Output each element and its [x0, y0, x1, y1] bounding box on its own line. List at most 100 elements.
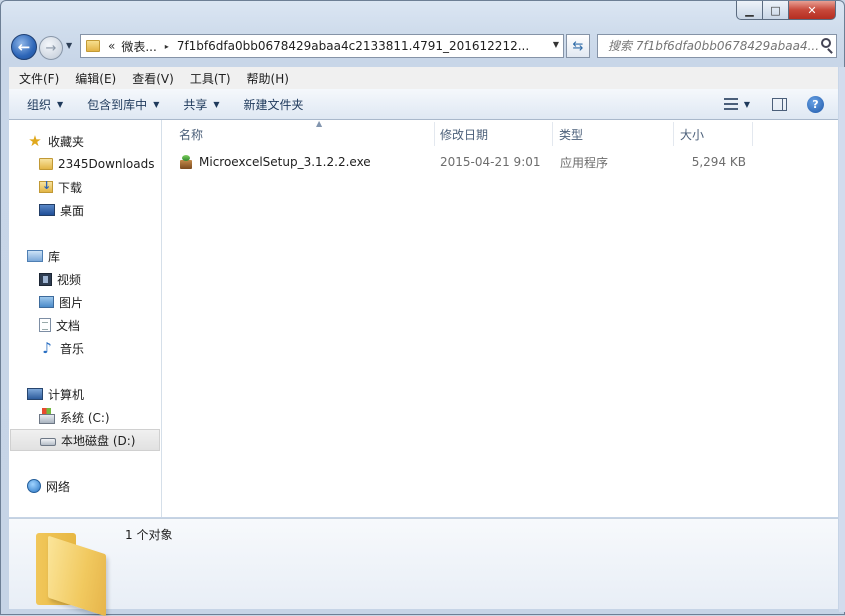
column-header-date[interactable]: 修改日期	[440, 120, 554, 148]
computer-icon	[27, 388, 43, 400]
nav-label: 下载	[58, 180, 83, 195]
navigation-pane: ★收藏夹 2345Downloads 下载 桌面 库 视频 图片 文档 ♪音乐 …	[9, 120, 162, 517]
column-header-type[interactable]: 类型	[559, 120, 673, 148]
star-icon: ★	[28, 132, 42, 150]
file-type: 应用程序	[560, 155, 609, 170]
new-folder-label: 新建文件夹	[243, 97, 304, 112]
column-divider[interactable]	[434, 122, 435, 146]
column-header-label: 修改日期	[440, 127, 489, 142]
column-header-label: 大小	[680, 127, 705, 142]
file-row[interactable]: MicroexcelSetup_3.1.2.2.exe 2015-04-21 9…	[172, 151, 762, 173]
refresh-button[interactable]: ⇆	[566, 34, 590, 58]
chevron-down-icon: ▼	[213, 99, 220, 109]
help-icon: ?	[812, 97, 819, 111]
nav-network[interactable]: 网络	[27, 475, 177, 497]
nav-label: 桌面	[60, 203, 85, 218]
details-pane: 1 个对象	[9, 518, 838, 616]
nav-label: 系统 (C:)	[60, 410, 110, 425]
column-header-label: 名称	[179, 127, 204, 142]
recent-pages-dropdown[interactable]: ▼	[66, 41, 76, 53]
nav-label: 图片	[59, 295, 84, 310]
organize-label: 组织	[27, 97, 52, 112]
view-options-icon[interactable]	[723, 98, 738, 110]
picture-icon	[39, 296, 54, 308]
explorer-window: ▁ □ ✕ ← → ▼ « 微表... ▸ 7f1bf6dfa0bb067842…	[0, 0, 845, 616]
chevron-down-icon: ▼	[57, 99, 64, 109]
nav-label: 收藏夹	[48, 134, 85, 149]
view-controls: ▼ ?	[723, 89, 838, 119]
preview-pane-button[interactable]	[772, 97, 787, 111]
arrow-left-icon: ←	[17, 38, 31, 56]
nav-label: 计算机	[48, 387, 85, 402]
nav-label: 2345Downloads	[58, 157, 155, 171]
view-options-dropdown[interactable]: ▼	[744, 100, 750, 109]
address-overflow-button[interactable]: «	[108, 39, 115, 53]
search-icon[interactable]	[821, 38, 831, 48]
address-segment-current[interactable]: 7f1bf6dfa0bb0678429abaa4c2133811.4791_20…	[177, 39, 529, 53]
close-button[interactable]: ✕	[789, 1, 836, 20]
menu-file[interactable]: 文件(F)	[13, 70, 65, 87]
hard-drive-icon	[40, 438, 56, 446]
nav-label: 库	[48, 249, 61, 264]
folder-icon	[86, 40, 100, 52]
network-icon	[27, 479, 41, 493]
file-name-cell: MicroexcelSetup_3.1.2.2.exe	[179, 151, 371, 173]
folder-icon	[34, 525, 114, 616]
nav-drive-d[interactable]: 本地磁盘 (D:)	[10, 429, 160, 451]
arrow-right-icon: →	[45, 40, 57, 56]
video-icon	[39, 272, 52, 286]
nav-libraries[interactable]: 库	[27, 245, 177, 267]
column-divider[interactable]	[552, 122, 553, 146]
minimize-button[interactable]: ▁	[736, 1, 763, 20]
file-size: 5,294 KB	[691, 155, 746, 169]
file-date: 2015-04-21 9:01	[440, 155, 541, 169]
desktop-icon	[39, 204, 55, 216]
menu-view[interactable]: 查看(V)	[126, 70, 180, 87]
menu-bar: 文件(F) 编辑(E) 查看(V) 工具(T) 帮助(H)	[9, 67, 838, 90]
share-label: 共享	[183, 97, 208, 112]
menu-help[interactable]: 帮助(H)	[241, 70, 295, 87]
installer-icon	[179, 155, 193, 169]
column-header-name[interactable]: 名称 ▲	[179, 119, 434, 148]
back-button[interactable]: ←	[11, 34, 37, 60]
folder-icon	[39, 158, 53, 170]
downloads-folder-icon	[39, 179, 53, 193]
address-segment-parent[interactable]: 微表...	[121, 38, 156, 55]
window-border	[839, 67, 845, 612]
column-divider[interactable]	[673, 122, 674, 146]
column-header-size[interactable]: 大小	[680, 120, 754, 148]
search-input[interactable]	[606, 38, 820, 54]
forward-button[interactable]: →	[39, 36, 63, 60]
chevron-down-icon: ▼	[66, 41, 73, 50]
menu-tools[interactable]: 工具(T)	[184, 70, 237, 87]
nav-label: 音乐	[60, 341, 85, 356]
nav-label: 视频	[57, 272, 82, 287]
document-icon	[39, 318, 51, 332]
nav-favorites[interactable]: ★ 收藏夹	[27, 130, 177, 152]
address-bar[interactable]: « 微表... ▸ 7f1bf6dfa0bb0678429abaa4c21338…	[80, 34, 564, 58]
include-in-library-label: 包含到库中	[87, 97, 148, 112]
organize-button[interactable]: 组织 ▼	[21, 96, 69, 113]
address-history-dropdown[interactable]: ▼	[553, 40, 559, 49]
address-separator-arrow[interactable]: ▸	[165, 42, 169, 51]
refresh-icon: ⇆	[572, 38, 584, 54]
nav-label: 本地磁盘 (D:)	[61, 433, 136, 448]
nav-computer[interactable]: 计算机	[27, 383, 177, 405]
include-in-library-button[interactable]: 包含到库中 ▼	[81, 96, 165, 113]
share-button[interactable]: 共享 ▼	[177, 96, 225, 113]
maximize-button[interactable]: □	[763, 1, 789, 20]
help-button[interactable]: ?	[807, 95, 824, 113]
column-divider[interactable]	[752, 122, 753, 146]
file-name: MicroexcelSetup_3.1.2.2.exe	[199, 155, 371, 169]
search-box[interactable]	[597, 34, 837, 58]
sort-ascending-icon: ▲	[316, 119, 323, 128]
command-bar: 组织 ▼ 包含到库中 ▼ 共享 ▼ 新建文件夹 ▼ ?	[9, 89, 838, 120]
chevron-down-icon: ▼	[153, 99, 160, 109]
system-drive-icon	[39, 407, 55, 424]
object-count: 1 个对象	[125, 528, 173, 542]
menu-edit[interactable]: 编辑(E)	[69, 70, 122, 87]
new-folder-button[interactable]: 新建文件夹	[238, 96, 310, 113]
navigation-bar: ← → ▼ « 微表... ▸ 7f1bf6dfa0bb0678429abaa4…	[1, 29, 845, 65]
caption-buttons: ▁ □ ✕	[736, 1, 836, 20]
column-header-label: 类型	[559, 127, 584, 142]
